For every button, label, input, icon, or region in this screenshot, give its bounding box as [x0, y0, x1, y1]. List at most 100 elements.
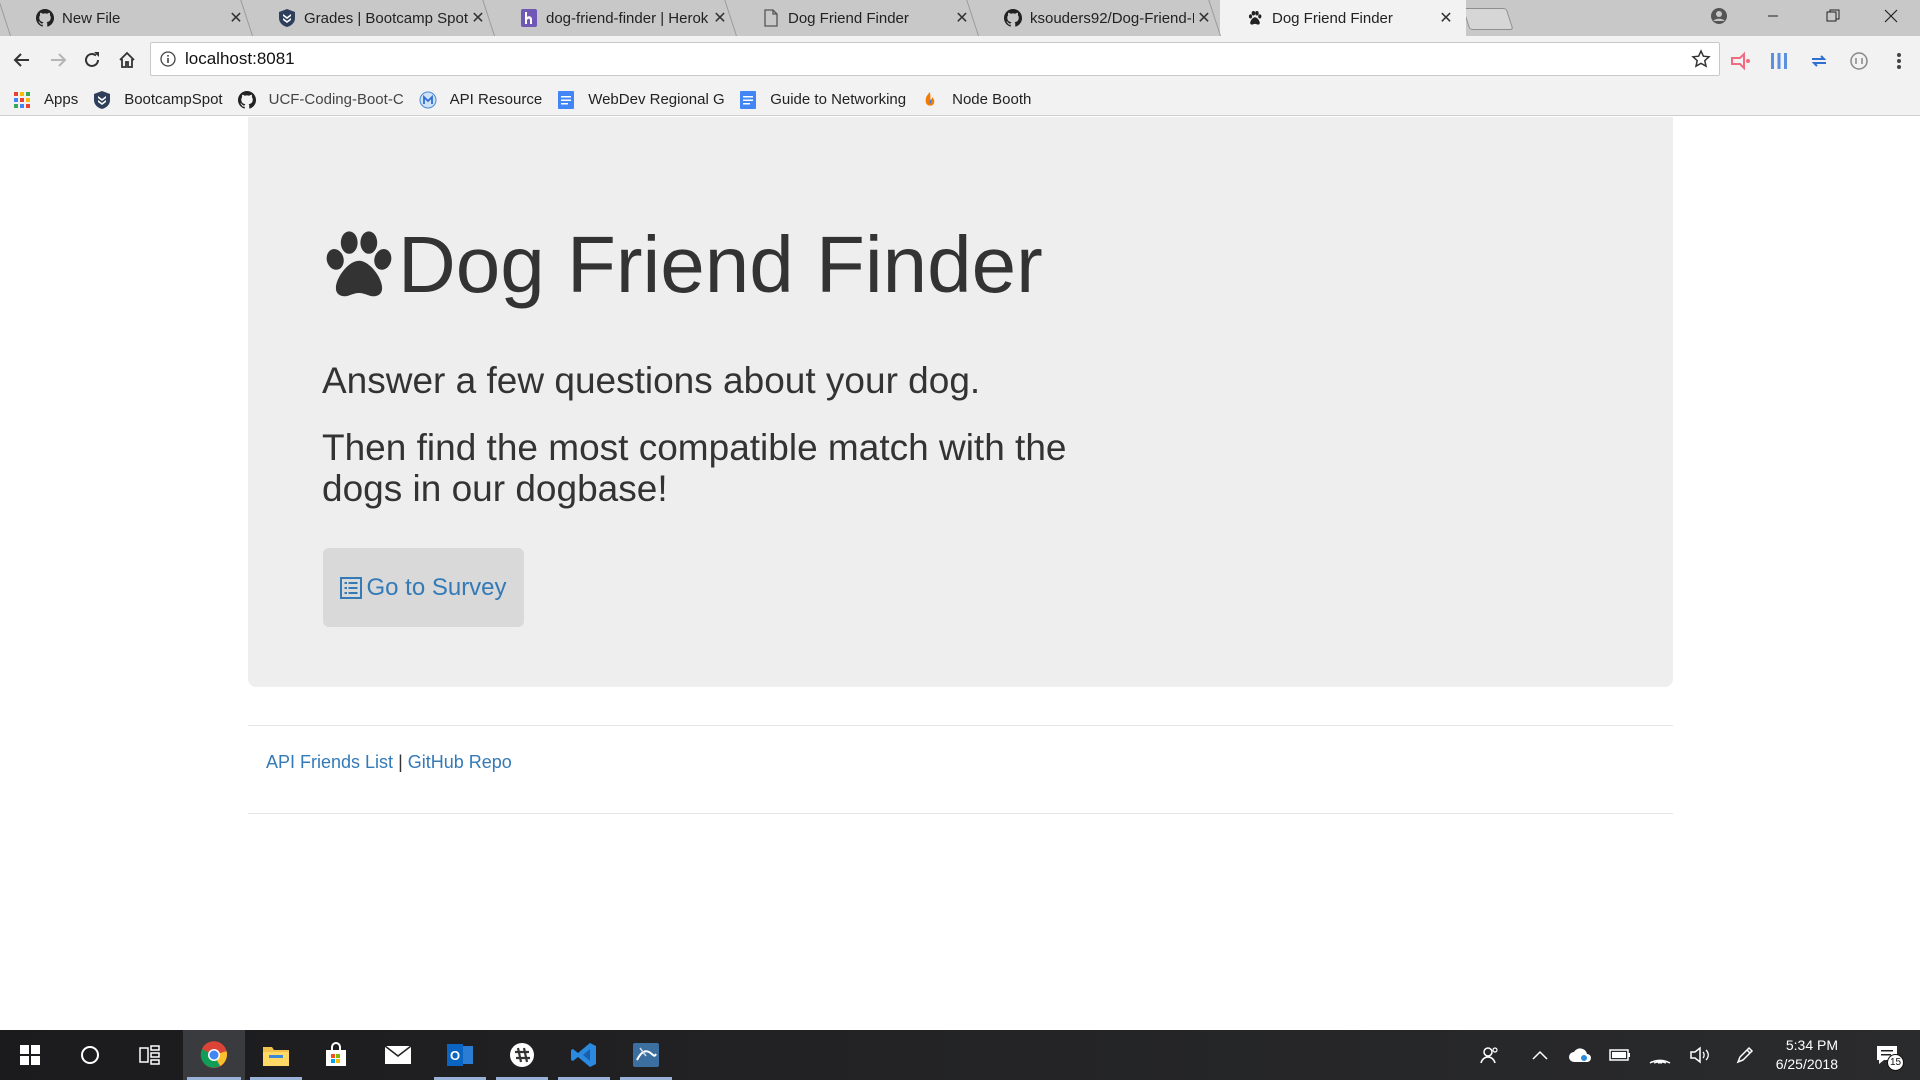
bookmark-ucf-coding[interactable]: UCF-Coding-Boot-C: [237, 90, 404, 110]
tab-github-repo[interactable]: ksouders92/Dog-Friend-F ✕: [978, 0, 1224, 36]
home-icon[interactable]: [113, 46, 141, 74]
bookmark-apps[interactable]: Apps: [12, 90, 78, 110]
vscode-icon[interactable]: [554, 1030, 614, 1080]
tab-strip: New File ✕ Grades | Bootcamp Spot ✕ dog-…: [0, 0, 1920, 36]
title-text: Dog Friend Finder: [398, 220, 1043, 309]
address-text: localhost:8081: [185, 49, 295, 68]
bookmark-guide-networking[interactable]: Guide to Networking: [738, 90, 906, 110]
store-icon[interactable]: [306, 1030, 366, 1080]
svg-text:O: O: [450, 1048, 460, 1063]
restore-icon[interactable]: [1806, 0, 1860, 32]
github-icon: [1004, 9, 1022, 27]
bookmark-bootcampspot[interactable]: BootcampSpot: [92, 90, 223, 110]
info-icon[interactable]: [151, 51, 185, 67]
bookmark-label: UCF-Coding-Boot-C: [268, 91, 404, 108]
chevron-up-icon[interactable]: [1520, 1030, 1560, 1080]
divider: [248, 813, 1673, 814]
system-clock[interactable]: 5:34 PM 6/25/2018: [1762, 1036, 1838, 1074]
extension-circle-icon[interactable]: [1846, 48, 1872, 74]
minimize-icon[interactable]: [1746, 0, 1800, 32]
bookmark-api-resource[interactable]: API Resource: [418, 90, 543, 110]
heroku-icon: [520, 9, 538, 27]
github-repo-link[interactable]: GitHub Repo: [408, 752, 512, 772]
chrome-icon[interactable]: [183, 1030, 245, 1080]
lead-text-1: Answer a few questions about your dog.: [322, 360, 981, 401]
people-icon[interactable]: [1470, 1030, 1510, 1080]
bookmark-label: API Resource: [449, 91, 543, 108]
onedrive-icon[interactable]: [1560, 1030, 1600, 1080]
close-window-icon[interactable]: [1864, 0, 1918, 32]
mail-icon[interactable]: [368, 1030, 428, 1080]
action-center-icon[interactable]: 15: [1862, 1030, 1912, 1080]
address-bar[interactable]: localhost:8081: [150, 42, 1720, 76]
cortana-search-icon[interactable]: [60, 1030, 120, 1080]
close-icon[interactable]: ✕: [1436, 8, 1456, 28]
bookmarks-bar: Apps BootcampSpot UCF-Coding-Boot-C API …: [0, 84, 1920, 116]
google-doc-icon: [556, 90, 576, 110]
bootcampspot-icon: [278, 9, 296, 27]
bookmark-webdev-regional[interactable]: WebDev Regional Gu: [556, 90, 724, 110]
windows-taskbar: O 5:34 PM 6/25/2018 15: [0, 1030, 1920, 1080]
list-alt-icon: [340, 576, 363, 599]
page-icon: [762, 9, 780, 27]
forward-icon[interactable]: [44, 46, 72, 74]
go-to-survey-button[interactable]: Go to Survey: [323, 548, 524, 627]
tab-new-file[interactable]: New File ✕: [10, 0, 256, 36]
page-content: Dog Friend Finder Answer a few questions…: [0, 117, 1920, 1030]
bookmark-node-booth[interactable]: Node Booth: [920, 90, 1031, 110]
battery-icon[interactable]: [1600, 1030, 1640, 1080]
lead-text-2: Then find the most compatible match with…: [322, 427, 1067, 510]
tab-label: dog-friend-finder | Herok: [546, 9, 709, 27]
task-view-icon[interactable]: [120, 1030, 180, 1080]
tab-label: Dog Friend Finder: [1272, 9, 1393, 27]
bookmark-label: Node Booth: [952, 91, 1032, 108]
bookmark-label: Guide to Networking: [770, 91, 907, 108]
windows-start-icon[interactable]: [0, 1030, 60, 1080]
bookmark-star-icon[interactable]: [1691, 49, 1711, 74]
extension-pink-icon[interactable]: [1728, 48, 1754, 74]
mysql-workbench-icon[interactable]: [616, 1030, 676, 1080]
google-doc-icon: [738, 90, 758, 110]
link-separator: |: [398, 752, 403, 772]
outlook-icon[interactable]: O: [430, 1030, 490, 1080]
survey-button-label: Go to Survey: [366, 573, 507, 601]
footer-links: API Friends List | GitHub Repo: [266, 752, 512, 773]
wifi-icon[interactable]: [1640, 1030, 1680, 1080]
back-icon[interactable]: [8, 46, 36, 74]
tab-label: ksouders92/Dog-Friend-F: [1030, 9, 1194, 27]
page-title: Dog Friend Finder: [322, 225, 1043, 305]
extension-arrows-icon[interactable]: [1806, 48, 1832, 74]
profile-icon[interactable]: [1692, 0, 1746, 32]
tab-label: Dog Friend Finder: [788, 9, 909, 27]
clock-date: 6/25/2018: [1775, 1056, 1838, 1072]
extension-bars-icon[interactable]: [1766, 48, 1792, 74]
paw-icon: [326, 231, 392, 297]
github-icon: [237, 90, 257, 110]
divider: [248, 725, 1673, 726]
tab-dog-friend-finder-1[interactable]: Dog Friend Finder ✕: [736, 0, 982, 36]
pen-icon[interactable]: [1726, 1030, 1766, 1080]
node-booth-icon: [920, 90, 940, 110]
file-explorer-icon[interactable]: [246, 1030, 306, 1080]
tab-label: Grades | Bootcamp Spot: [304, 9, 468, 27]
api-friends-list-link[interactable]: API Friends List: [266, 752, 393, 772]
browser-toolbar: localhost:8081: [0, 36, 1920, 84]
tab-dog-friend-finder-active[interactable]: Dog Friend Finder ✕: [1220, 0, 1466, 36]
jumbotron: Dog Friend Finder Answer a few questions…: [248, 117, 1673, 687]
slack-icon[interactable]: [492, 1030, 552, 1080]
new-tab-button[interactable]: [1462, 8, 1514, 30]
tab-grades-bootcamp[interactable]: Grades | Bootcamp Spot ✕: [252, 0, 498, 36]
bootcampspot-icon: [92, 90, 112, 110]
github-icon: [36, 9, 54, 27]
bookmark-label: Apps: [44, 91, 79, 108]
clock-time: 5:34 PM: [1785, 1037, 1838, 1053]
bookmark-label: BootcampSpot: [124, 91, 223, 108]
reload-icon[interactable]: [78, 46, 106, 74]
volume-icon[interactable]: [1680, 1030, 1720, 1080]
tab-heroku[interactable]: dog-friend-finder | Herok ✕: [494, 0, 740, 36]
apps-grid-icon: [12, 90, 32, 110]
bookmark-label: WebDev Regional Gu: [588, 91, 725, 108]
menu-dots-icon[interactable]: [1886, 48, 1912, 74]
api-resource-icon: [418, 90, 438, 110]
tab-label: New File: [62, 9, 121, 27]
